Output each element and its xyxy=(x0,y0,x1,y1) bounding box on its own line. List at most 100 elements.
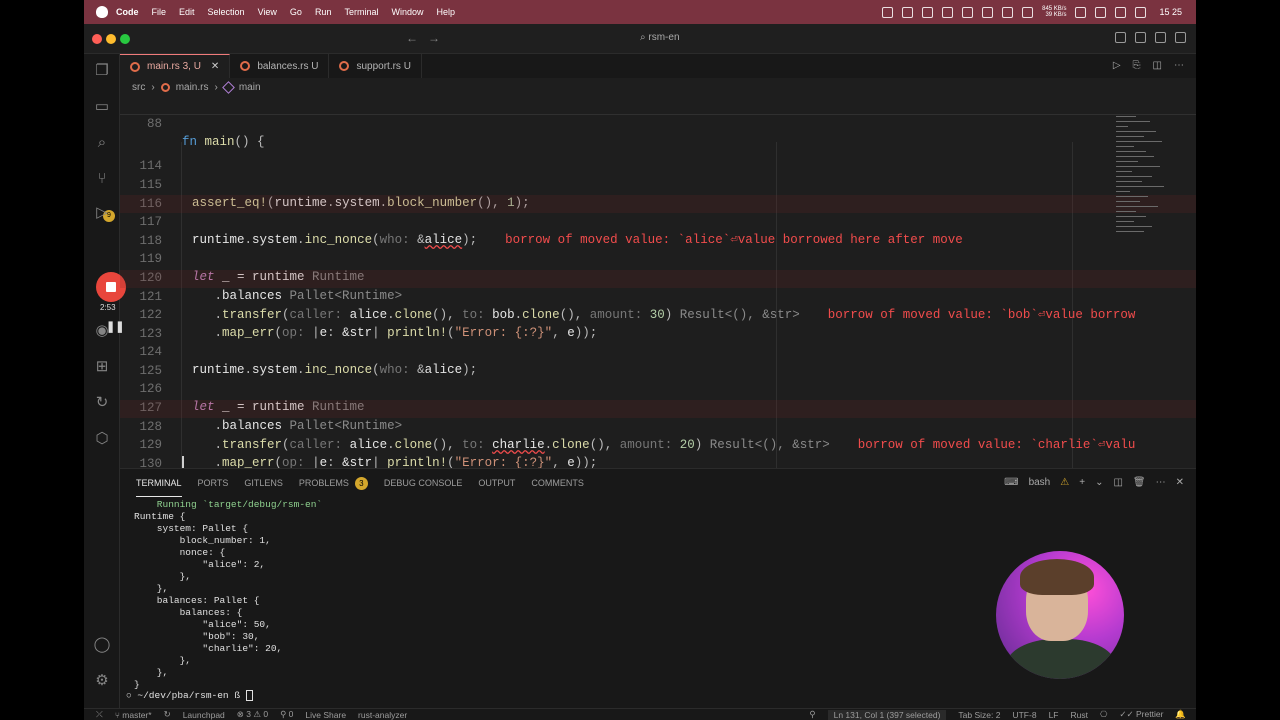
tab-terminal[interactable]: TERMINAL xyxy=(136,470,182,497)
source-control-icon[interactable]: ⑂ xyxy=(93,170,111,188)
encoding[interactable]: UTF-8 xyxy=(1012,710,1036,720)
customize-layout-icon[interactable] xyxy=(1175,32,1186,43)
command-center-search[interactable]: ⌕ rsm-en xyxy=(640,32,680,43)
tray-play-icon[interactable] xyxy=(1002,6,1014,18)
menu-view[interactable]: View xyxy=(258,7,277,17)
code-line[interactable]: 118 xyxy=(120,214,1196,248)
rust-analyzer-item[interactable]: rust-analyzer xyxy=(358,710,407,720)
toggle-panel-icon[interactable] xyxy=(1135,32,1146,43)
minimap[interactable] xyxy=(1112,96,1196,468)
launchpad-item[interactable]: Launchpad xyxy=(183,710,225,720)
terminal-dropdown-icon[interactable]: ⌄ xyxy=(1095,477,1103,488)
tab-support-rs[interactable]: support.rs U xyxy=(329,54,422,78)
terminal-prompt[interactable]: ○ ~/dev/pba/rsm-en ß xyxy=(126,690,253,701)
problems-indicator[interactable]: ⊗ 3 ⚠ 0 xyxy=(237,709,268,720)
code-line[interactable]: 114 xyxy=(120,139,1196,173)
zoom-icon[interactable]: ⚲ xyxy=(809,709,815,720)
tray-screen-icon[interactable] xyxy=(962,6,974,18)
tab-ports[interactable]: PORTS xyxy=(198,470,229,496)
tray-battery-icon[interactable] xyxy=(1022,6,1034,18)
live-share-icon[interactable]: ↻ xyxy=(93,394,111,412)
minimize-window-button[interactable] xyxy=(106,33,116,44)
code-line-error[interactable]: 117 runtime.system.inc_nonce(who: &alice… xyxy=(120,195,1196,247)
breadcrumb-symbol[interactable]: main xyxy=(239,82,261,93)
tab-comments[interactable]: COMMENTS xyxy=(531,470,584,496)
code-line[interactable]: 130 xyxy=(120,437,1196,471)
search-icon[interactable]: ⌕ xyxy=(93,134,111,152)
tab-debug-console[interactable]: DEBUG CONSOLE xyxy=(384,470,463,496)
branch-indicator[interactable]: ⑂ master* xyxy=(115,710,152,720)
menubar-clock[interactable]: 15 25 xyxy=(1159,7,1182,17)
code-line[interactable]: 122 .map_err(op: |e: &str| println!("Err… xyxy=(120,288,1196,340)
ports-indicator[interactable]: ⚲ 0 xyxy=(280,709,293,720)
menu-window[interactable]: Window xyxy=(391,7,423,17)
close-panel-icon[interactable]: ✕ xyxy=(1176,477,1184,488)
terminal-output[interactable]: Running `target/debug/rsm-en` Runtime { s… xyxy=(134,499,1034,691)
nav-arrows[interactable]: ←→ xyxy=(406,31,450,45)
code-editor[interactable]: 88 fn main() { 114 115 assert_eq!(runtim… xyxy=(120,96,1196,471)
tray-gear-icon[interactable] xyxy=(882,6,894,18)
account-icon[interactable]: ◯ xyxy=(93,636,111,654)
code-line[interactable]: 129 .map_err(op: |e: &str| println!("Err… xyxy=(120,418,1196,470)
tab-problems[interactable]: PROBLEMS 3 xyxy=(299,469,368,498)
menu-file[interactable]: File xyxy=(152,7,167,17)
menu-app-name[interactable]: Code xyxy=(116,7,139,17)
open-changes-icon[interactable]: ⎘ xyxy=(1133,60,1141,71)
more-actions-icon[interactable]: ⋯ xyxy=(1156,477,1166,488)
menu-selection[interactable]: Selection xyxy=(208,7,245,17)
code-line-error[interactable]: 121 .transfer(caller: alice.clone(), to:… xyxy=(120,270,1196,322)
remote-indicator-icon[interactable]: ⤫ xyxy=(96,709,103,720)
tray-app-icon[interactable] xyxy=(922,6,934,18)
prettier-item[interactable]: ✓✓ Prettier xyxy=(1119,709,1163,720)
language-mode[interactable]: Rust xyxy=(1070,710,1087,720)
toggle-sidebar-icon[interactable] xyxy=(1115,32,1126,43)
run-debug-icon[interactable]: ▷ xyxy=(93,204,111,222)
sync-icon[interactable]: ↻ xyxy=(164,709,171,720)
tray-record-icon[interactable] xyxy=(982,6,994,18)
code-line[interactable]: 127 .balances Pallet<Runtime> xyxy=(120,381,1196,433)
tray-keyboard-icon[interactable] xyxy=(1095,6,1107,18)
menu-run[interactable]: Run xyxy=(315,7,332,17)
code-line[interactable]: 126 let _ = runtime Runtime xyxy=(120,362,1196,414)
toggle-secondary-sidebar-icon[interactable] xyxy=(1155,32,1166,43)
close-tab-icon[interactable]: ✕ xyxy=(211,61,219,72)
menu-help[interactable]: Help xyxy=(436,7,455,17)
menu-terminal[interactable]: Terminal xyxy=(344,7,378,17)
code-line[interactable]: 119 let _ = runtime Runtime xyxy=(120,232,1196,284)
menu-go[interactable]: Go xyxy=(290,7,302,17)
explorer-icon[interactable]: ❐ xyxy=(93,62,111,80)
tab-output[interactable]: OUTPUT xyxy=(478,470,515,496)
extensions-icon[interactable]: ⊞ xyxy=(93,358,111,376)
tab-size[interactable]: Tab Size: 2 xyxy=(958,710,1000,720)
run-icon[interactable]: ▷ xyxy=(1113,60,1121,71)
copilot-icon[interactable]: ⎔ xyxy=(1100,709,1107,720)
remote-icon[interactable]: ⬡ xyxy=(93,430,111,448)
end-of-line[interactable]: LF xyxy=(1049,710,1059,720)
sticky-scroll-line[interactable]: 88 fn main() { xyxy=(120,97,1196,149)
code-line-error[interactable]: 128 .transfer(caller: alice.clone(), to:… xyxy=(120,400,1196,452)
code-line[interactable]: 120 .balances Pallet<Runtime> xyxy=(120,251,1196,303)
live-share-item[interactable]: Live Share xyxy=(305,710,346,720)
tab-balances-rs[interactable]: balances.rs U xyxy=(230,54,330,78)
new-terminal-icon[interactable]: + xyxy=(1079,477,1085,488)
tab-main-rs[interactable]: main.rs 3, U ✕ xyxy=(120,54,231,78)
settings-gear-icon[interactable]: ⚙ xyxy=(93,672,111,690)
kill-terminal-icon[interactable]: 🗑 xyxy=(1133,477,1146,488)
remote-explorer-icon[interactable]: ▭ xyxy=(93,98,111,116)
code-line[interactable]: 123 xyxy=(120,307,1196,341)
notifications-bell-icon[interactable]: 🔔 xyxy=(1175,709,1186,720)
tray-dropbox-icon[interactable] xyxy=(902,6,914,18)
breadcrumb-folder[interactable]: src xyxy=(132,82,145,93)
code-line[interactable]: 115 assert_eq!(runtime.system.block_numb… xyxy=(120,158,1196,210)
control-center-icon[interactable] xyxy=(1135,6,1147,18)
code-line[interactable]: 116 xyxy=(120,177,1196,211)
terminal-shell-name[interactable]: bash xyxy=(1029,477,1051,488)
apple-icon[interactable] xyxy=(96,6,108,18)
code-line[interactable]: 125 xyxy=(120,344,1196,378)
split-editor-icon[interactable]: ◫ xyxy=(1153,60,1162,71)
code-line-current[interactable]: 131 println!("{:#?}", runtime); xyxy=(120,455,1196,468)
tab-gitlens[interactable]: GITLENS xyxy=(244,470,283,496)
tray-cloud-icon[interactable] xyxy=(942,6,954,18)
gitlens-icon[interactable]: ◉ xyxy=(93,322,111,340)
breadcrumb-file[interactable]: main.rs xyxy=(176,82,209,93)
